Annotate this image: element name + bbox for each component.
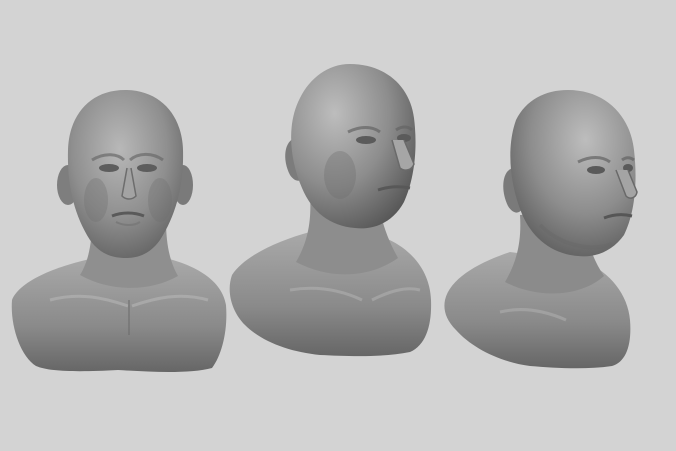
bust-three-quarter-view bbox=[229, 64, 432, 357]
bust-front-view bbox=[11, 90, 227, 372]
render-viewport bbox=[0, 0, 676, 451]
sculpt-render bbox=[11, 64, 638, 372]
bust-side-angle-view bbox=[444, 90, 638, 369]
